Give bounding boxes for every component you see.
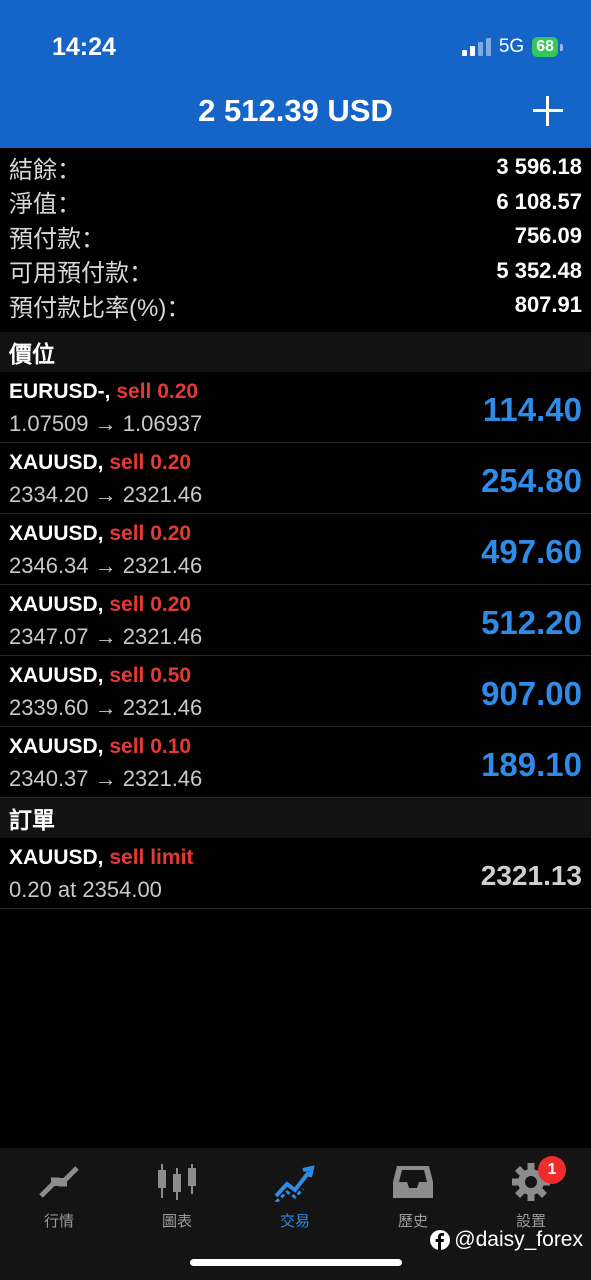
tab-label: 圖表 (161, 1213, 192, 1230)
position-prices: 2347.07 → 2321.46 (9, 624, 203, 649)
position-prices: 2340.37 → 2321.46 (9, 766, 203, 791)
summary-label: 結餘： (9, 156, 81, 184)
position-prices: 1.07509 → 1.06937 (9, 411, 203, 436)
summary-value: 807.91 (514, 292, 582, 318)
position-symbol: XAUUSD, (9, 735, 104, 758)
battery-icon: 68 (532, 37, 558, 57)
summary-value: 6 108.57 (496, 188, 582, 214)
new-order-plus-icon[interactable] (531, 94, 565, 128)
position-title: XAUUSD, sell 0.20 (9, 522, 191, 546)
position-profit: 189.10 (481, 746, 582, 783)
position-row[interactable]: XAUUSD, sell 0.50 2339.60 → 2321.46 907.… (0, 656, 591, 727)
position-row[interactable]: XAUUSD, sell 0.10 2340.37 → 2321.46 189.… (0, 727, 591, 798)
position-profit: 254.80 (481, 462, 582, 499)
order-row[interactable]: XAUUSD, sell limit 0.20 at 2354.00 2321.… (0, 838, 591, 909)
summary-row-margin: 預付款： 756.09 (0, 219, 591, 254)
position-prices: 2346.34 → 2321.46 (9, 553, 203, 578)
position-profit: 114.40 (482, 391, 582, 428)
summary-row-equity: 淨值： 6 108.57 (0, 185, 591, 220)
position-row[interactable]: EURUSD-, sell 0.20 1.07509 → 1.06937 114… (0, 372, 591, 443)
notification-badge: 1 (538, 1156, 566, 1184)
position-profit: 512.20 (481, 604, 582, 641)
order-detail: 0.20 at 2354.00 (9, 877, 162, 902)
status-indicators: 5G 68 (461, 36, 563, 58)
position-symbol: EURUSD-, (9, 380, 111, 403)
position-title: XAUUSD, sell 0.50 (9, 664, 191, 688)
order-current-price: 2321.13 (480, 860, 582, 891)
watermark: @daisy_forex (430, 1228, 583, 1252)
position-row[interactable]: XAUUSD, sell 0.20 2347.07 → 2321.46 512.… (0, 585, 591, 656)
position-prices: 2339.60 → 2321.46 (9, 695, 203, 720)
tab-label: 交易 (279, 1213, 310, 1230)
position-symbol: XAUUSD, (9, 522, 104, 545)
summary-value: 5 352.48 (496, 257, 582, 283)
position-row[interactable]: XAUUSD, sell 0.20 2346.34 → 2321.46 497.… (0, 514, 591, 585)
summary-label: 可用預付款： (9, 260, 153, 288)
position-title: XAUUSD, sell 0.20 (9, 593, 191, 617)
status-time: 14:24 (52, 33, 116, 61)
cellular-signal-icon (461, 38, 491, 56)
position-symbol: XAUUSD, (9, 593, 104, 616)
position-symbol: XAUUSD, (9, 451, 104, 474)
position-profit: 497.60 (481, 533, 582, 570)
tab-quotes[interactable]: 行情 (0, 1160, 118, 1231)
position-title: XAUUSD, sell 0.10 (9, 735, 191, 759)
position-symbol: XAUUSD, (9, 664, 104, 687)
trade-trend-icon (274, 1165, 315, 1202)
order-side: sell limit (109, 846, 194, 869)
summary-row-balance: 結餘： 3 596.18 (0, 150, 591, 185)
order-title: XAUUSD, sell limit (9, 846, 193, 870)
facebook-icon (430, 1230, 451, 1250)
summary-row-margin-level: 預付款比率(%)： 807.91 (0, 288, 591, 323)
position-side: sell 0.20 (116, 380, 199, 403)
position-title: EURUSD-, sell 0.20 (9, 380, 198, 404)
tab-label: 行情 (43, 1213, 74, 1230)
positions-section-header: 價位 (0, 332, 591, 372)
top-bar: 14:24 5G 68 2 512.39 USD (0, 0, 591, 148)
position-side: sell 0.10 (109, 735, 192, 758)
position-profit: 907.00 (481, 675, 582, 712)
tab-trade[interactable]: 交易 (236, 1160, 354, 1231)
summary-row-free-margin: 可用預付款： 5 352.48 (0, 254, 591, 289)
summary-label: 淨值： (9, 191, 81, 219)
summary-value: 756.09 (514, 223, 582, 249)
position-prices: 2334.20 → 2321.46 (9, 482, 203, 507)
summary-value: 3 596.18 (496, 154, 582, 180)
account-summary: 結餘： 3 596.18 淨值： 6 108.57 預付款： 756.09 可用… (0, 150, 591, 323)
summary-label: 預付款比率(%)： (9, 294, 191, 322)
position-side: sell 0.20 (109, 451, 192, 474)
candlestick-chart-icon (158, 1164, 196, 1200)
quotes-arrows-icon (39, 1166, 79, 1198)
watermark-text: @daisy_forex (454, 1228, 583, 1251)
position-title: XAUUSD, sell 0.20 (9, 451, 191, 475)
network-type: 5G (498, 36, 525, 57)
orders-section-header: 訂單 (0, 798, 591, 838)
position-side: sell 0.50 (109, 664, 192, 687)
battery-tip (560, 43, 563, 51)
position-side: sell 0.20 (109, 522, 192, 545)
history-inbox-icon (393, 1166, 433, 1198)
position-side: sell 0.20 (109, 593, 192, 616)
position-row[interactable]: XAUUSD, sell 0.20 2334.20 → 2321.46 254.… (0, 443, 591, 514)
tab-history[interactable]: 歷史 (354, 1160, 472, 1231)
home-indicator (190, 1259, 402, 1266)
tab-chart[interactable]: 圖表 (118, 1160, 236, 1231)
order-symbol: XAUUSD, (9, 846, 104, 869)
tab-settings[interactable]: 1 設置 (472, 1156, 590, 1231)
summary-label: 預付款： (9, 225, 105, 253)
page-title: 2 512.39 USD (198, 93, 393, 128)
